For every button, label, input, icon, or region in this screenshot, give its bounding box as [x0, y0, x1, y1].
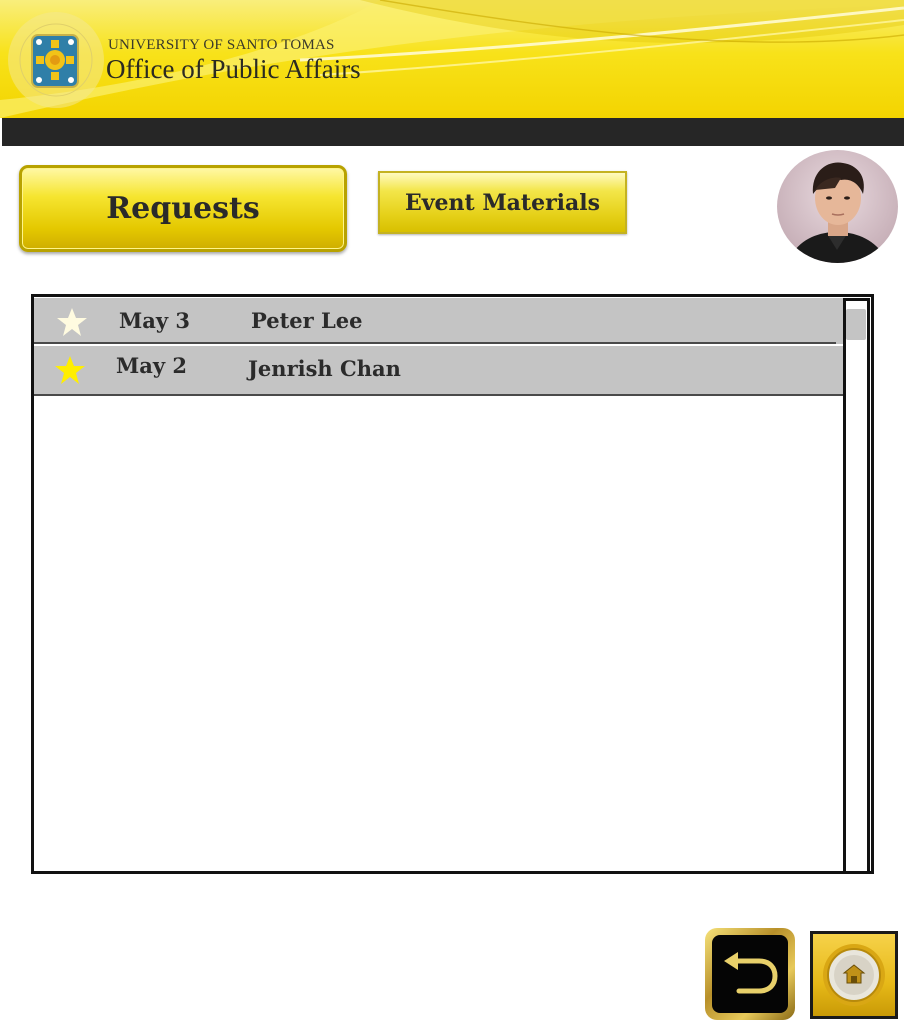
row-divider — [34, 342, 836, 344]
request-date: May 2 — [116, 353, 187, 378]
event-materials-button[interactable]: Event Materials — [378, 171, 627, 234]
back-button[interactable] — [705, 928, 795, 1020]
star-icon[interactable] — [54, 306, 90, 338]
user-avatar[interactable] — [777, 150, 898, 263]
row-divider — [34, 394, 848, 396]
request-date: May 3 — [119, 308, 190, 333]
request-row[interactable]: May 2 Jenrish Chan — [34, 346, 844, 394]
request-row[interactable]: May 3 Peter Lee — [34, 298, 844, 344]
requests-button[interactable]: Requests — [19, 165, 347, 252]
page: UNIVERSITY OF SANTO TOMAS Office of Publ… — [0, 0, 904, 1026]
request-name: Peter Lee — [251, 308, 363, 333]
scrollbar-thumb[interactable] — [846, 309, 866, 340]
event-materials-button-label: Event Materials — [404, 189, 601, 216]
university-seal-icon — [8, 12, 104, 108]
requests-button-label: Requests — [106, 191, 260, 226]
user-portrait-icon — [787, 162, 889, 263]
back-arrow-icon — [724, 952, 778, 994]
home-icon — [823, 944, 885, 1006]
university-name: UNIVERSITY OF SANTO TOMAS — [108, 37, 335, 53]
back-button-face — [712, 935, 788, 1013]
star-icon[interactable] — [52, 354, 88, 386]
header-banner: UNIVERSITY OF SANTO TOMAS Office of Publ… — [0, 0, 904, 118]
request-name: Jenrish Chan — [248, 356, 401, 381]
office-name: Office of Public Affairs — [106, 54, 361, 84]
home-button[interactable] — [810, 931, 898, 1019]
header-divider-bar — [2, 118, 904, 146]
list-scrollbar[interactable] — [843, 298, 870, 874]
